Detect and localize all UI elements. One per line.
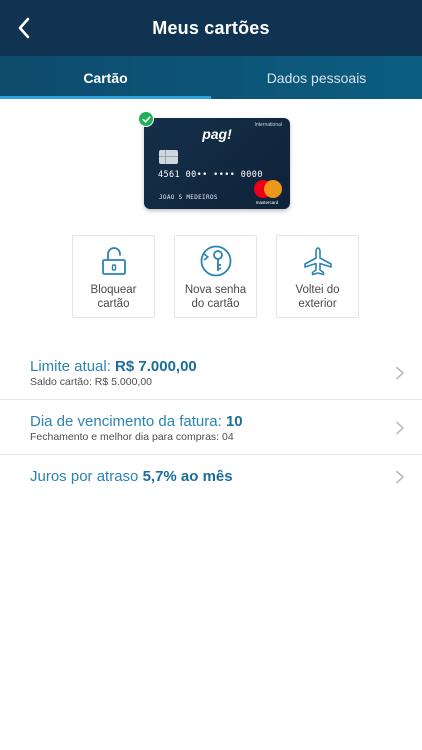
mastercard-logo: mastercard xyxy=(250,180,284,208)
row-subtitle: Saldo cartão: R$ 5.000,00 xyxy=(30,376,153,388)
row-title: Dia de vencimento da fatura: 10 xyxy=(30,413,243,430)
back-from-abroad-button[interactable]: Voltei do exterior xyxy=(276,235,359,318)
app-header: Meus cartões xyxy=(0,0,422,56)
action-label-line1: Nova senha xyxy=(184,284,247,296)
chevron-right-icon xyxy=(396,421,404,435)
action-label-line2: do cartão xyxy=(191,298,240,310)
new-password-button[interactable]: Nova senha do cartão xyxy=(174,235,257,318)
network-name: mastercard xyxy=(255,200,279,205)
tab-card[interactable]: Cartão xyxy=(0,56,211,99)
row-value: R$ 7.000,00 xyxy=(115,358,197,375)
active-tab-indicator xyxy=(0,96,211,99)
card-number: 4561 00•• •••• 0000 xyxy=(158,170,263,180)
chevron-right-icon xyxy=(396,470,404,484)
credit-card: pag! International 4561 00•• •••• 0000 J… xyxy=(144,118,290,209)
card-brand-logo: pag! xyxy=(202,126,232,142)
action-label-line2: cartão xyxy=(97,298,130,310)
row-value: 5,7% ao mês xyxy=(142,468,233,485)
padlock-icon xyxy=(97,244,131,278)
credit-limit-row[interactable]: Limite atual: R$ 7.000,00 Saldo cartão: … xyxy=(0,345,422,400)
page-title: Meus cartões xyxy=(152,17,270,38)
row-subtitle: Fechamento e melhor dia para compras: 04 xyxy=(30,431,234,443)
tab-label: Dados pessoais xyxy=(266,69,367,86)
chevron-right-icon xyxy=(396,366,404,380)
action-label-line1: Voltei do xyxy=(295,284,340,296)
tab-personal-data[interactable]: Dados pessoais xyxy=(211,56,422,99)
card-holder-name: JOAO S MEDEIROS xyxy=(159,194,218,201)
airplane-icon xyxy=(301,244,335,278)
chevron-left-icon xyxy=(18,17,30,39)
row-title: Juros por atraso 5,7% ao mês xyxy=(30,468,233,485)
row-value: 10 xyxy=(225,413,243,430)
selected-card[interactable]: pag! International 4561 00•• •••• 0000 J… xyxy=(138,111,294,211)
due-date-row[interactable]: Dia de vencimento da fatura: 10 Fechamen… xyxy=(0,400,422,455)
action-label-line2: exterior xyxy=(298,298,337,310)
card-actions: Bloquear cartão Nova senha do cartão Vol… xyxy=(72,235,359,318)
block-card-button[interactable]: Bloquear cartão xyxy=(72,235,155,318)
tab-bar: Cartão Dados pessoais xyxy=(0,56,422,99)
action-label-line1: Bloquear xyxy=(90,284,137,296)
row-title: Limite atual: R$ 7.000,00 xyxy=(30,358,197,375)
card-screen: Meus cartões Cartão Dados pessoais pag! … xyxy=(0,0,422,750)
tab-label: Cartão xyxy=(83,69,128,86)
card-info-list: Limite atual: R$ 7.000,00 Saldo cartão: … xyxy=(0,345,422,510)
key-icon xyxy=(199,244,233,278)
card-type-label: International xyxy=(254,122,282,128)
late-interest-row[interactable]: Juros por atraso 5,7% ao mês xyxy=(0,455,422,510)
check-icon xyxy=(138,111,154,127)
chip-icon xyxy=(159,150,178,164)
back-button[interactable] xyxy=(10,14,38,42)
